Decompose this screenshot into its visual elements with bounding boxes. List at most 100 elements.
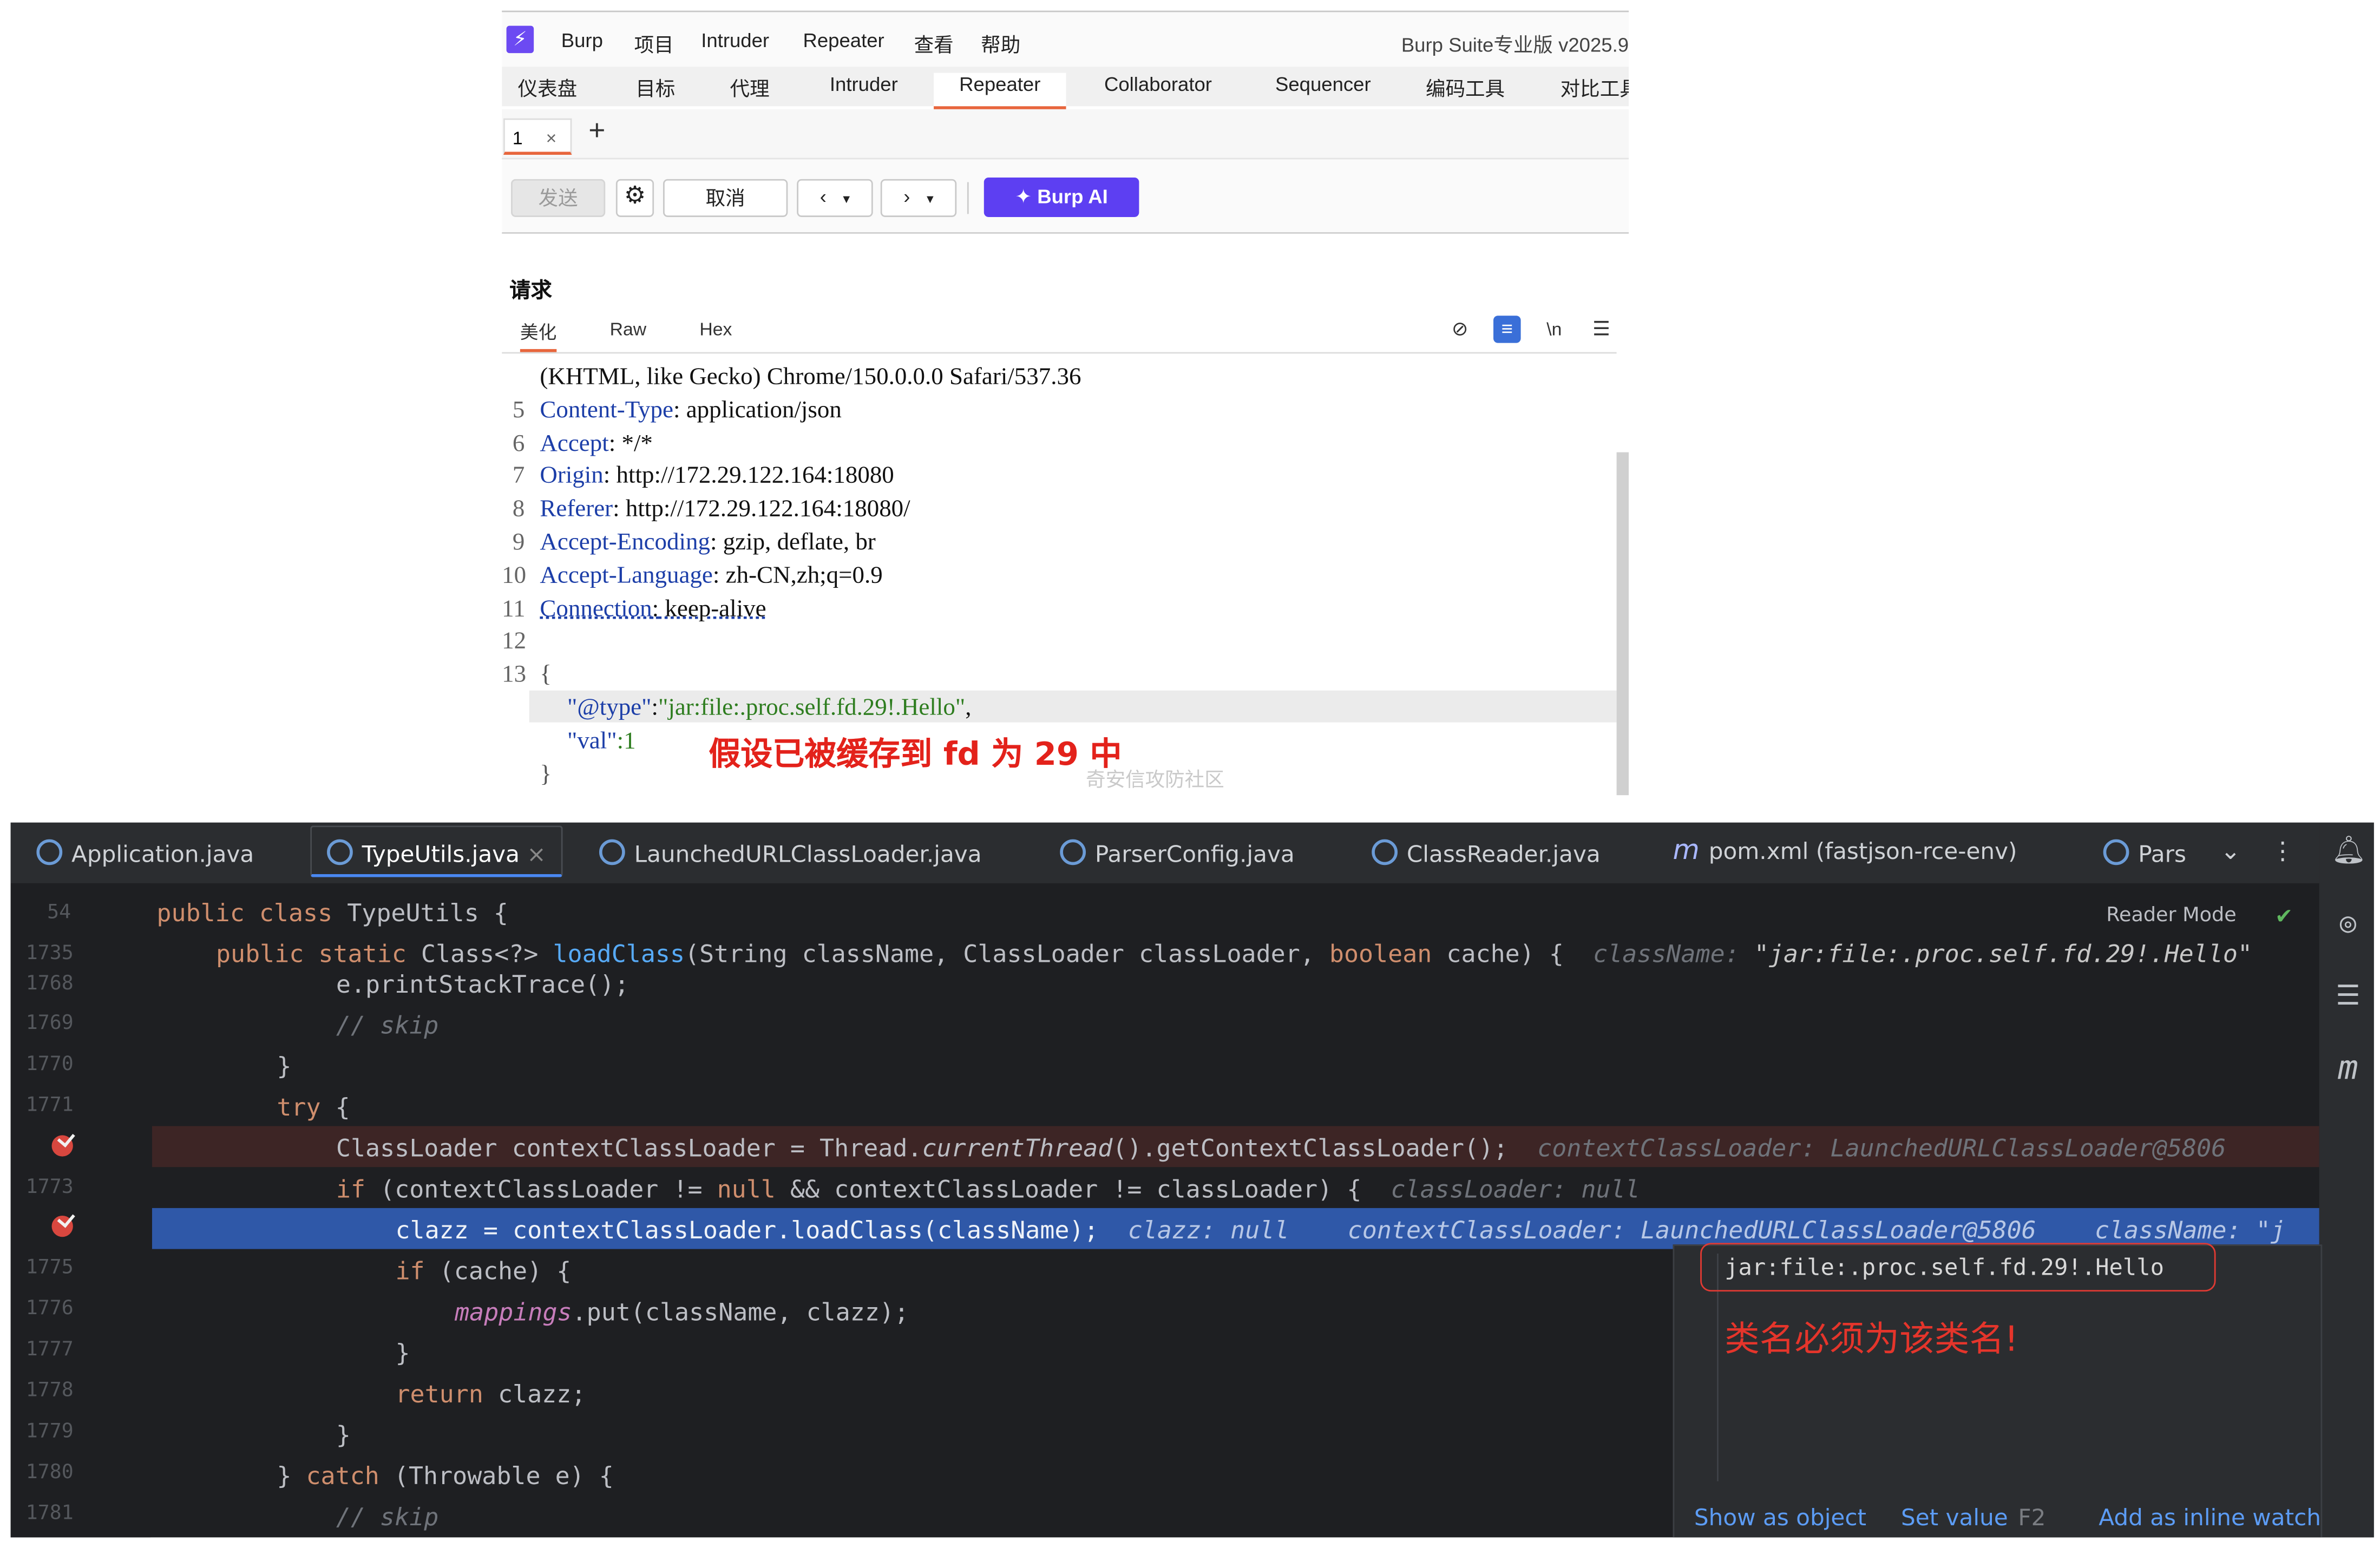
editor-line: Referer: http://172.29.122.164:18080/ [540,496,910,522]
maven-icon[interactable]: m [2331,1050,2365,1088]
line-number: 1777 [25,1339,74,1362]
tab-pom-xml[interactable]: m pom.xml (fastjson-rce-env) [1673,835,2017,895]
tab-repeater[interactable]: Repeater [934,73,1066,109]
chevron-down-icon[interactable]: ⌄ [2220,836,2241,897]
burp-ai-button[interactable]: ✦ Burp AI [984,178,1139,217]
line-number: 54 [47,901,71,924]
tab-decoder[interactable]: 编码工具 [1424,73,1507,107]
header-key: Accept-Language [540,563,713,589]
code-comment[interactable]: // skip [336,1503,438,1531]
tab-pars[interactable]: Pars [2103,839,2186,900]
code-line[interactable]: ClassLoader contextClassLoader = Thread.… [336,1134,2226,1163]
tab-sequencer[interactable]: Sequencer [1268,73,1378,107]
code-line[interactable]: } catch (Throwable e) { [277,1461,613,1490]
class-icon [1060,839,1086,865]
newline-icon[interactable]: \n [1540,316,1568,343]
add-inline-watch-link[interactable]: Add as inline watch [2099,1504,2321,1531]
json-tail: , [965,695,972,721]
keyword: boolean [1329,939,1432,968]
code-line[interactable]: e.printStackTrace(); [336,970,629,999]
keyword: if [336,1175,366,1204]
code-text: (String className, ClassLoader classLoad… [685,939,1329,968]
ide-window: Application.java TypeUtils.java × Launch… [10,822,2374,1538]
forward-history-button[interactable]: › ▾ [880,179,957,217]
code-line[interactable]: if (contextClassLoader != null && contex… [336,1175,1640,1203]
menu-view[interactable]: 查看 [914,29,954,57]
code-text: Class<?> [406,939,553,968]
tab-label: ClassReader.java [1406,841,1601,868]
close-icon[interactable]: × [546,128,557,149]
code-line-current[interactable]: clazz = contextClassLoader.loadClass(cla… [395,1216,2285,1244]
cancel-button[interactable]: 取消 [663,179,788,217]
line-number: 1781 [25,1502,74,1525]
tab-classreader-java[interactable]: ClassReader.java [1372,839,1601,900]
send-button[interactable]: 发送 [511,179,606,217]
class-icon [327,839,353,865]
breakpoint-icon[interactable] [51,1215,73,1237]
line-number: 7 [512,463,525,489]
request-editor[interactable]: (KHTML, like Gecko) Chrome/150.0.0.0 Saf… [502,352,1617,796]
tab-parserconfig-java[interactable]: ParserConfig.java [1060,839,1295,900]
add-tab-icon[interactable]: + [588,115,605,149]
value-popup: jar:file:.proc.self.fd.29!.Hello 类名必须为该类… [1673,1243,2323,1538]
tab-typeutils-java[interactable]: TypeUtils.java × [310,825,563,877]
code-line[interactable]: try { [277,1093,350,1121]
code-line[interactable]: public static Class<?> loadClass(String … [216,940,2252,968]
menu-intruder[interactable]: Intruder [701,29,769,51]
code-text: TypeUtils { [332,898,508,928]
repeater-subtab-1[interactable]: 1 × [503,118,572,155]
json-sep: : [651,695,658,721]
close-icon[interactable]: × [527,841,546,868]
annotation-text: 类名必须为该类名! [1725,1320,2018,1360]
tab-intruder[interactable]: Intruder [818,73,910,107]
editor-tabs: Application.java TypeUtils.java × Launch… [10,822,2319,883]
line-number: 11 [502,596,526,622]
reader-mode-toggle[interactable]: Reader Mode [2106,904,2236,927]
tab-dashboard[interactable]: 仪表盘 [517,73,578,107]
tab-target[interactable]: 目标 [633,73,678,107]
show-as-object-link[interactable]: Show as object [1694,1504,1866,1531]
code-line[interactable]: mappings.put(className, clazz); [455,1297,909,1326]
gear-icon[interactable]: ⚙ [615,179,654,217]
ai-assistant-icon[interactable]: ◎ [2331,908,2365,941]
more-icon[interactable]: ⋮ [2271,836,2295,897]
database-icon[interactable]: ☰ [2331,980,2365,1014]
code-line[interactable]: return clazz; [395,1380,586,1408]
tab-collaborator[interactable]: Collaborator [1093,73,1223,107]
code-line[interactable]: if (cache) { [395,1257,571,1285]
menu-project[interactable]: 项目 [634,29,674,57]
editor-line: Accept: */* [540,431,653,457]
breakpoint-icon[interactable] [51,1135,73,1157]
code-line[interactable]: } [395,1339,410,1367]
tab-raw[interactable]: Raw [610,319,646,340]
editor-scrollbar[interactable] [1616,452,1629,796]
tab-comparer[interactable]: 对比工具 [1561,73,1629,107]
editor-line: Origin: http://172.29.122.164:18080 [540,463,894,489]
annotation-text: 假设已被缓存到 fd 为 29 中 [709,736,1122,773]
hide-icon[interactable]: ⊘ [1446,316,1474,343]
tab-launchedurlclassloader-java[interactable]: LaunchedURLClassLoader.java [599,839,982,900]
tab-hex[interactable]: Hex [699,319,732,340]
line-number: 6 [512,431,525,457]
code-text: } [277,1461,306,1491]
line-number: 1769 [25,1012,74,1035]
header-value: http://172.29.122.164:18080/ [619,496,910,522]
notifications-icon[interactable]: 🔔︎ [2331,835,2366,868]
back-history-button[interactable]: ‹ ▾ [797,179,873,217]
wrap-icon[interactable]: ≡ [1493,316,1521,343]
popup-actions: Show as object Set value F2 Add as inlin… [1674,1495,2321,1538]
code-line[interactable]: } [336,1420,351,1449]
code-comment[interactable]: // skip [336,1011,438,1039]
menu-icon[interactable]: ☰ [1588,316,1615,343]
menu-repeater[interactable]: Repeater [803,29,884,51]
tab-proxy[interactable]: 代理 [727,73,772,107]
popup-value[interactable]: jar:file:.proc.self.fd.29!.Hello [1700,1243,2216,1292]
json-value: :1 [617,728,636,755]
line-number: 1770 [25,1053,74,1076]
tab-pretty[interactable]: 美化 [520,319,557,352]
code-line[interactable]: } [277,1052,291,1080]
set-value-link[interactable]: Set value [1901,1504,2008,1531]
menu-help[interactable]: 帮助 [981,29,1020,57]
code-line[interactable]: public class TypeUtils { [156,898,508,927]
menu-burp[interactable]: Burp [561,29,603,51]
